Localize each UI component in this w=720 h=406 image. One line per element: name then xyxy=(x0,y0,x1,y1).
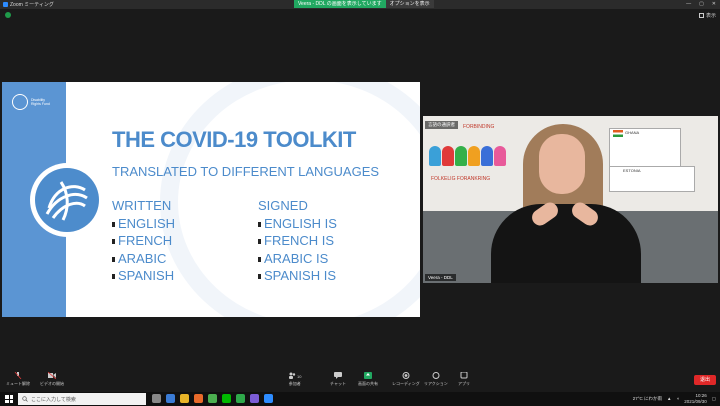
board-card xyxy=(609,166,695,192)
slide-subtitle: TRANSLATED TO DIFFERENT LANGUAGES xyxy=(112,164,380,179)
smiley-icon xyxy=(432,372,440,379)
video-button[interactable]: ビデオの開始 xyxy=(40,372,64,387)
ghana-flag-icon xyxy=(613,130,623,137)
edge-icon[interactable] xyxy=(166,394,175,403)
task-view-icon[interactable] xyxy=(152,394,161,403)
notification-icon[interactable]: ▢ xyxy=(712,396,716,402)
share-screen-icon xyxy=(364,372,372,379)
search-placeholder: ここに入力して検索 xyxy=(31,396,76,403)
share-banner-label: Veera - DDL の画面を表示しています xyxy=(294,0,386,8)
participants-button[interactable]: 10 参加者 xyxy=(288,372,301,387)
record-icon xyxy=(402,372,410,379)
system-tray: 27°C にわか雨 ▲ ◖ 10:26 2021/09/30 ▢ xyxy=(633,393,716,404)
signed-column: SIGNED ENGLISH IS FRENCH IS ARABIC IS SP… xyxy=(258,197,337,285)
list-item: ENGLISH IS xyxy=(258,215,337,233)
teams-icon[interactable] xyxy=(250,394,259,403)
line-icon[interactable] xyxy=(222,394,231,403)
logo-emblem-icon xyxy=(12,94,28,110)
clock[interactable]: 10:26 2021/09/30 xyxy=(684,393,707,404)
participant-video[interactable]: FORBINDING FOLKELIG FORANKRING GHANA EST… xyxy=(423,116,718,283)
mute-button[interactable]: ミュート解除 xyxy=(6,372,30,387)
video-off-icon xyxy=(48,372,56,379)
gallery-view-button[interactable]: 表示 xyxy=(698,12,716,19)
participants-count: 10 xyxy=(297,374,302,379)
app-icon[interactable] xyxy=(236,394,245,403)
list-item: FRENCH xyxy=(112,232,175,250)
participant-name-label: Veera - DDL xyxy=(425,274,456,281)
security-shield-icon[interactable] xyxy=(5,12,11,18)
card-title: GHANA xyxy=(625,130,640,135)
windows-start-icon[interactable] xyxy=(5,395,13,403)
file-explorer-icon[interactable] xyxy=(180,394,189,403)
list-item: ARABIC xyxy=(112,250,175,268)
interpreter-tag: 言語の通訳者 xyxy=(425,121,458,129)
signing-hands xyxy=(528,198,607,238)
meeting-toolbar: ミュート解除 ビデオの開始 10 参加者 チャット 画面の共有 レコーディング xyxy=(0,370,720,392)
share-screen-button[interactable]: 画面の共有 xyxy=(358,372,378,387)
record-button[interactable]: レコーディング xyxy=(392,372,420,387)
zoom-taskbar-icon[interactable] xyxy=(264,394,273,403)
app-title: Zoom ミーティング xyxy=(3,1,54,8)
chrome-icon[interactable] xyxy=(208,394,217,403)
taskbar-search-box[interactable]: ここに入力して検索 xyxy=(18,393,146,405)
person-face xyxy=(539,134,585,194)
gallery-label: 表示 xyxy=(705,13,716,19)
reaction-button[interactable]: リアクション xyxy=(424,372,448,387)
window-title: Zoom ミーティング xyxy=(10,2,54,8)
taskbar-apps xyxy=(152,394,273,403)
view-options-button[interactable]: オプションを表示 xyxy=(385,0,434,8)
search-icon xyxy=(22,396,28,402)
signed-heading: SIGNED xyxy=(258,198,308,213)
participants-icon xyxy=(289,372,296,379)
board-text: FOLKELIG FORANKRING xyxy=(431,176,491,182)
emblem-icon xyxy=(35,168,99,232)
volume-icon[interactable]: ◖ xyxy=(676,396,679,401)
list-item: SPANISH xyxy=(112,267,175,285)
firefox-icon[interactable] xyxy=(194,394,203,403)
zoom-icon xyxy=(3,2,8,7)
board-text: FORBINDING xyxy=(463,124,495,130)
card-title: ESTONIA xyxy=(623,168,641,173)
slide-title: THE COVID-19 TOOLKIT xyxy=(112,127,356,152)
chat-button[interactable]: チャット xyxy=(330,372,346,387)
list-item: ENGLISH xyxy=(112,215,175,233)
written-heading: WRITTEN xyxy=(112,198,172,213)
written-column: WRITTEN ENGLISH FRENCH ARABIC SPANISH xyxy=(112,197,175,285)
slide-logo: Disability Rights Fund xyxy=(12,94,51,110)
emblem-circle xyxy=(30,163,104,237)
logo-text: Disability Rights Fund xyxy=(31,98,50,106)
leave-meeting-button[interactable]: 退出 xyxy=(694,375,716,385)
windows-taskbar: ここに入力して検索 27°C にわか雨 ▲ ◖ 10:26 2021/09/30… xyxy=(0,392,720,406)
maximize-icon[interactable]: ▢ xyxy=(699,1,704,7)
clock-date: 2021/09/30 xyxy=(684,398,707,404)
list-item: SPANISH IS xyxy=(258,267,337,285)
list-item: ARABIC IS xyxy=(258,250,337,268)
weather-widget[interactable]: 27°C にわか雨 xyxy=(633,396,662,402)
chat-icon xyxy=(333,372,342,379)
window-controls: — ▢ ✕ xyxy=(686,1,716,7)
zoom-window: Zoom ミーティング — ▢ ✕ Veera - DDL の画面を表示していま… xyxy=(0,0,720,406)
grid-icon xyxy=(698,13,704,18)
shared-slide: Disability Rights Fund THE COVID-19 TOOL… xyxy=(2,82,420,317)
share-banner: Veera - DDL の画面を表示しています オプションを表示 xyxy=(294,0,434,8)
paper-people-decoration xyxy=(429,146,506,166)
network-icon[interactable]: ▲ xyxy=(667,396,671,401)
close-icon[interactable]: ✕ xyxy=(712,1,716,7)
microphone-off-icon xyxy=(14,372,22,379)
minimize-icon[interactable]: — xyxy=(686,1,691,7)
apps-icon xyxy=(460,372,468,379)
apps-button[interactable]: アプリ xyxy=(458,372,470,387)
list-item: FRENCH IS xyxy=(258,232,337,250)
